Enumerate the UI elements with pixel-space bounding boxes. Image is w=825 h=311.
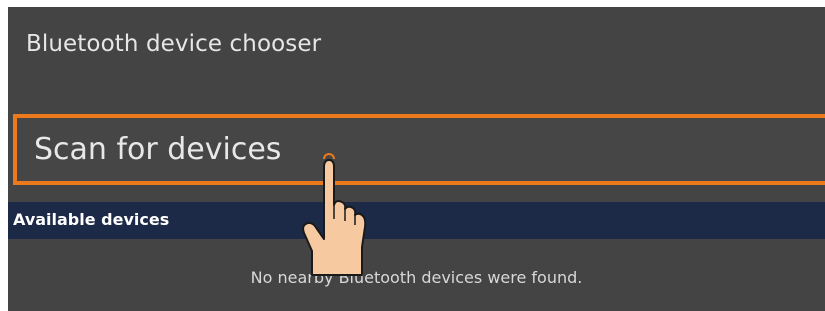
tap-hand-icon [302,153,367,276]
scan-button-label: Scan for devices [34,132,282,167]
scan-for-devices-button[interactable]: Scan for devices [13,114,825,185]
section-header-label: Available devices [13,210,170,229]
available-devices-header: Available devices [8,202,825,239]
no-devices-message: No nearby Bluetooth devices were found. [250,268,583,287]
bluetooth-chooser-dialog: Bluetooth device chooser Scan for device… [8,7,825,311]
dialog-title: Bluetooth device chooser [26,31,322,57]
